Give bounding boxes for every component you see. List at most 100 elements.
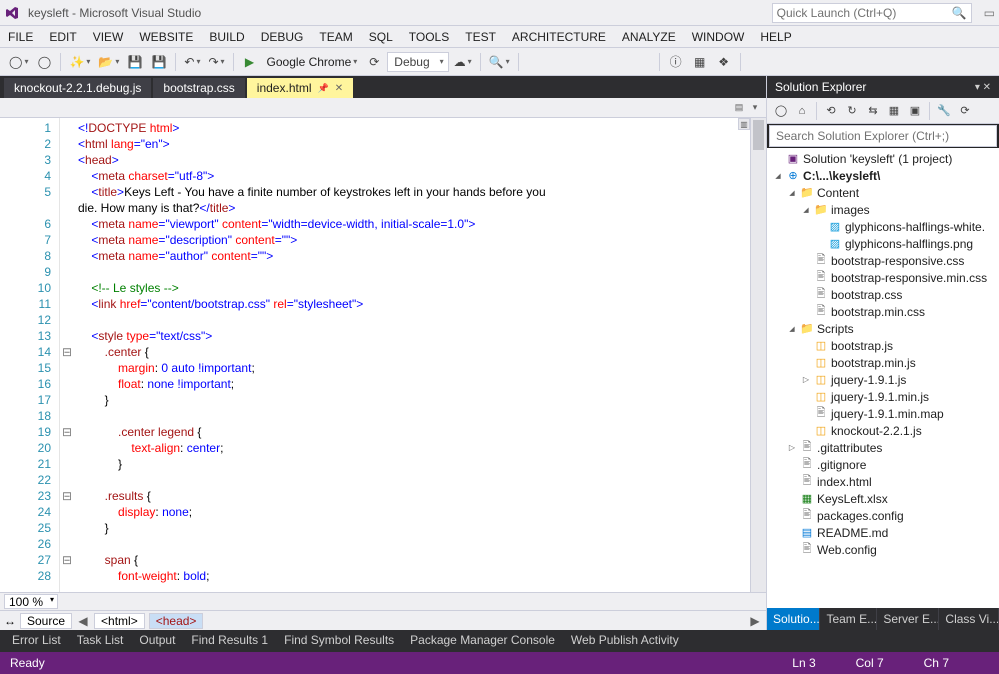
breadcrumb-item[interactable]: <html> [94,613,145,629]
tree-node[interactable]: ▦KeysLeft.xlsx [767,490,999,507]
exp-properties-icon[interactable]: ▣ [905,101,925,121]
tree-node[interactable]: ▨glyphicons-halflings.png [767,235,999,252]
tool-tab-team[interactable]: Team E... [820,608,877,630]
bottom-tab-output[interactable]: Output [131,630,183,652]
tree-node[interactable]: 🖹.gitignore [767,456,999,473]
bottom-tab-find-symbol-results[interactable]: Find Symbol Results [276,630,402,652]
split-horizontal-icon[interactable]: ▤ [732,101,746,115]
tree-node[interactable]: 🖹.gitattributes [767,439,999,456]
new-project-button[interactable]: ✨ [66,51,93,73]
fold-gutter[interactable] [60,118,74,592]
tree-node[interactable]: 🖹bootstrap-responsive.min.css [767,269,999,286]
bottom-tab-task-list[interactable]: Task List [69,630,132,652]
menu-team[interactable]: TEAM [319,30,352,44]
menu-analyze[interactable]: ANALYZE [622,30,676,44]
editor-tab[interactable]: bootstrap.css [153,78,244,98]
open-file-button[interactable]: 📂 [95,51,122,73]
tree-node[interactable]: 📁Scripts [767,320,999,337]
nav-back-button[interactable]: ◯ [6,51,31,73]
menu-test[interactable]: TEST [465,30,496,44]
window-restore-icon[interactable]: ▭ [984,6,995,20]
find-button[interactable]: 🔍 [486,51,513,73]
solution-explorer-search[interactable]: Search Solution Explorer (Ctrl+;) [769,125,997,147]
editor-tab-active[interactable]: index.html 📌 ✕ [247,78,353,98]
tree-node[interactable]: ⊕C:\...\keysleft\ [767,167,999,184]
find-box[interactable] [524,51,654,73]
menu-help[interactable]: HELP [760,30,791,44]
exp-refresh-icon[interactable]: ↻ [842,101,862,121]
tree-node[interactable]: ◫jquery-1.9.1.js [767,371,999,388]
bottom-tab-web-publish[interactable]: Web Publish Activity [563,630,687,652]
menu-sql[interactable]: SQL [369,30,393,44]
solution-tree[interactable]: ▣Solution 'keysleft' (1 project)⊕C:\...\… [767,148,999,608]
bottom-tab-package-manager[interactable]: Package Manager Console [402,630,563,652]
design-split-icon[interactable]: ↔ [4,614,16,628]
breadcrumb-item[interactable]: <head> [149,613,204,629]
nav-forward-button[interactable]: ◯ [33,51,55,73]
exp-preview-icon[interactable]: 🔧 [934,101,954,121]
vertical-scrollbar[interactable] [750,118,766,592]
tree-node[interactable]: 🖹index.html [767,473,999,490]
redo-button[interactable]: ↷ [205,51,227,73]
code-editor[interactable]: 1234567891011121314151617181920212223242… [0,118,766,592]
tree-node[interactable]: 📁images [767,201,999,218]
menu-file[interactable]: FILE [8,30,33,44]
solution-config-combo[interactable]: Debug [387,52,448,72]
notifications-icon[interactable]: ❖ [713,51,735,73]
panel-dropdown-icon[interactable]: ▾ ✕ [975,82,991,93]
exp-refresh2-icon[interactable]: ⟳ [955,101,975,121]
menu-build[interactable]: BUILD [209,30,244,44]
tree-node[interactable]: ▣Solution 'keysleft' (1 project) [767,150,999,167]
tree-node[interactable]: ◫bootstrap.min.js [767,354,999,371]
tree-node[interactable]: ▨glyphicons-halflings-white. [767,218,999,235]
menu-window[interactable]: WINDOW [692,30,745,44]
menu-website[interactable]: WEBSITE [139,30,193,44]
tool-tab-server[interactable]: Server E... [877,608,939,630]
pin-icon[interactable]: 📌 [318,83,329,94]
bottom-tab-error-list[interactable]: Error List [4,630,69,652]
editor-tab[interactable]: knockout-2.2.1.debug.js [4,78,151,98]
quick-launch-input[interactable]: Quick Launch (Ctrl+Q) 🔍 [772,3,972,23]
menu-debug[interactable]: DEBUG [261,30,304,44]
browser-target-combo[interactable]: Google Chrome [263,51,362,73]
bottom-tab-find-results-1[interactable]: Find Results 1 [183,630,276,652]
tree-node[interactable]: 📁Content [767,184,999,201]
exp-showall-icon[interactable]: ▦ [884,101,904,121]
menu-architecture[interactable]: ARCHITECTURE [512,30,606,44]
code-content[interactable]: <!DOCTYPE html><html lang="en"><head> <m… [74,118,766,592]
tree-node[interactable]: ▤README.md [767,524,999,541]
tree-node[interactable]: 🖹bootstrap.css [767,286,999,303]
publish-button[interactable]: ☁ [451,51,475,73]
close-icon[interactable]: ✕ [335,83,343,94]
menu-tools[interactable]: TOOLS [409,30,449,44]
undo-button[interactable]: ↶ [181,51,203,73]
browser-link-refresh-button[interactable]: ⟳ [363,51,385,73]
menu-view[interactable]: VIEW [93,30,124,44]
exp-back-icon[interactable]: ◯ [771,101,791,121]
bc-nav-right-icon[interactable]: ▶ [748,614,762,628]
tree-node[interactable]: 🖹packages.config [767,507,999,524]
exp-sync-icon[interactable]: ⟲ [821,101,841,121]
tool-tab-class[interactable]: Class Vi... [939,608,999,630]
tree-node[interactable]: 🖹bootstrap.min.css [767,303,999,320]
tree-node[interactable]: ◫bootstrap.js [767,337,999,354]
start-debug-button[interactable]: ▶ [239,51,261,73]
save-button[interactable]: 💾 [124,51,146,73]
tree-node[interactable]: 🖹Web.config [767,541,999,558]
chevron-down-icon[interactable]: ▾ [748,101,762,115]
zoom-combo[interactable]: 100 % [4,594,58,609]
info-icon[interactable]: ⓘ [665,51,687,73]
exp-collapse-icon[interactable]: ⇆ [863,101,883,121]
solution-explorer-title[interactable]: Solution Explorer ▾ ✕ [767,76,999,98]
tree-node[interactable]: ◫knockout-2.2.1.js [767,422,999,439]
tree-node[interactable]: ◫jquery-1.9.1.min.js [767,388,999,405]
tool-tab-solution[interactable]: Solutio... [767,608,820,630]
menu-edit[interactable]: EDIT [49,30,76,44]
source-view-tab[interactable]: Source [20,613,72,629]
exp-home-icon[interactable]: ⌂ [792,101,812,121]
bc-nav-left-icon[interactable]: ◀ [76,614,90,628]
tree-node[interactable]: 🖹jquery-1.9.1.min.map [767,405,999,422]
split-tray-icon[interactable]: ▥ [738,118,750,130]
tree-node[interactable]: 🖹bootstrap-responsive.css [767,252,999,269]
save-all-button[interactable]: 💾 [148,51,170,73]
